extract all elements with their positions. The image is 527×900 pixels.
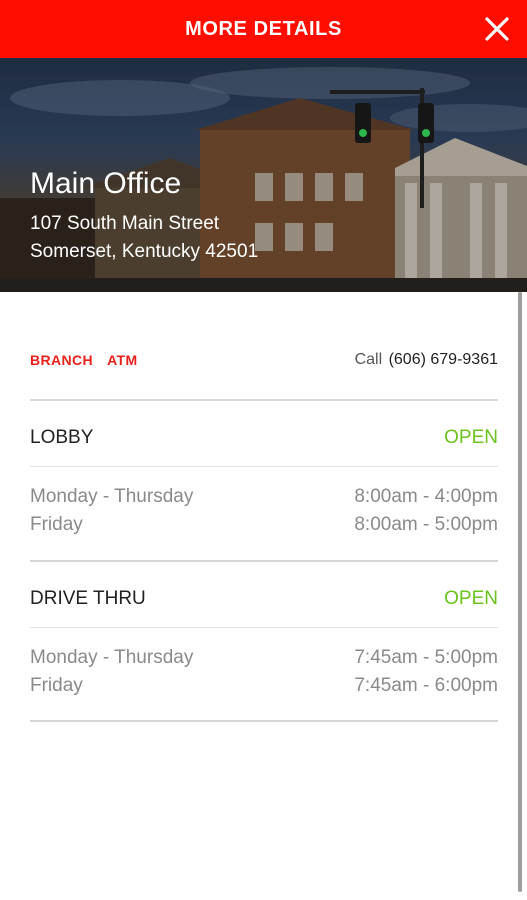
drive-thru-title: DRIVE THRU xyxy=(30,588,146,609)
hours-days: Monday - Thursday xyxy=(30,486,194,507)
page-title: MORE DETAILS xyxy=(185,17,342,40)
lobby-status: OPEN xyxy=(444,427,498,448)
address-line-1: 107 South Main Street xyxy=(30,213,220,234)
lobby-hours-row: Monday - Thursday 8:00am - 4:00pm xyxy=(30,483,498,511)
close-icon xyxy=(485,17,509,41)
close-button[interactable] xyxy=(481,13,513,45)
location-hero-image: Main Office 107 South Main Street Somers… xyxy=(0,58,527,292)
call-link[interactable]: Call (606) 679-9361 xyxy=(355,351,498,369)
drive-thru-status: OPEN xyxy=(444,588,498,609)
tag-branch: BRANCH xyxy=(30,352,94,368)
lobby-hours-row: Friday 8:00am - 5:00pm xyxy=(30,511,498,539)
divider xyxy=(30,399,498,401)
hours-time: 8:00am - 4:00pm xyxy=(354,486,498,507)
call-label: Call xyxy=(354,351,383,368)
lobby-title: LOBBY xyxy=(30,427,94,448)
services-row: BRANCH ATM Call (606) 679-9361 xyxy=(30,346,498,374)
hours-time: 7:45am - 6:00pm xyxy=(354,675,498,696)
divider xyxy=(30,466,498,467)
divider xyxy=(30,720,498,722)
location-header: Main Office 107 South Main Street Somers… xyxy=(30,166,258,266)
location-name: Main Office xyxy=(30,167,182,200)
drive-thru-hours-row: Monday - Thursday 7:45am - 5:00pm xyxy=(30,644,498,672)
hours-days: Friday xyxy=(30,675,83,696)
hours-time: 8:00am - 5:00pm xyxy=(354,514,498,535)
tag-atm: ATM xyxy=(107,352,138,368)
address-line-2: Somerset, Kentucky 42501 xyxy=(30,241,259,262)
hours-time: 7:45am - 5:00pm xyxy=(354,647,498,668)
divider xyxy=(30,627,498,628)
divider xyxy=(30,560,498,562)
hours-days: Friday xyxy=(30,514,83,535)
header-bar: MORE DETAILS xyxy=(0,0,527,58)
drive-thru-header: DRIVE THRU OPEN xyxy=(30,586,498,612)
hours-days: Monday - Thursday xyxy=(30,647,194,668)
drive-thru-hours-row: Friday 7:45am - 6:00pm xyxy=(30,672,498,700)
phone-number[interactable]: (606) 679-9361 xyxy=(389,351,498,368)
scrollbar[interactable] xyxy=(518,292,522,892)
service-tags: BRANCH ATM xyxy=(30,352,138,368)
lobby-header: LOBBY OPEN xyxy=(30,425,498,451)
